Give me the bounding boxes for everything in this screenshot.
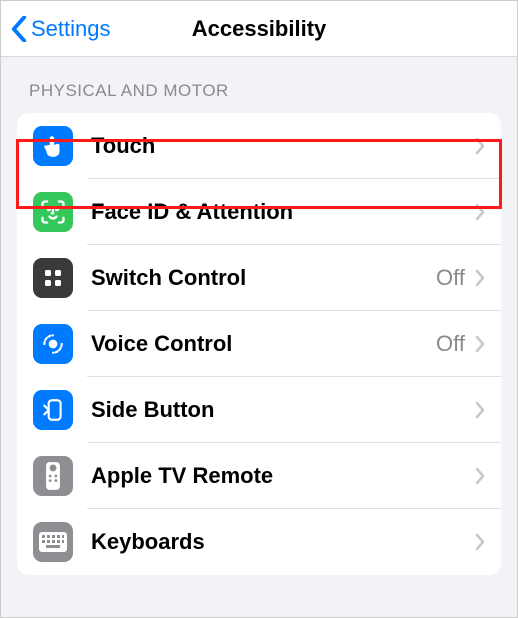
row-side-button[interactable]: Side Button [17,377,501,443]
row-switch-control[interactable]: Switch Control Off [17,245,501,311]
row-label: Keyboards [91,529,475,555]
row-label: Voice Control [91,331,436,357]
chevron-right-icon [475,336,485,352]
switch-control-icon [33,258,73,298]
chevron-left-icon [11,16,27,42]
row-label: Apple TV Remote [91,463,475,489]
row-face-id[interactable]: Face ID & Attention [17,179,501,245]
row-touch[interactable]: Touch [17,113,501,179]
back-label: Settings [31,16,111,42]
row-status: Off [436,331,465,357]
voice-control-icon [33,324,73,364]
row-label: Side Button [91,397,475,423]
nav-header: Settings Accessibility [1,1,517,57]
face-id-icon [33,192,73,232]
touch-icon [33,126,73,166]
page-title: Accessibility [192,16,327,42]
row-status: Off [436,265,465,291]
row-label: Face ID & Attention [91,199,475,225]
section-header: PHYSICAL AND MOTOR [1,81,517,113]
row-keyboards[interactable]: Keyboards [17,509,501,575]
chevron-right-icon [475,468,485,484]
chevron-right-icon [475,270,485,286]
chevron-right-icon [475,138,485,154]
back-button[interactable]: Settings [11,16,111,42]
chevron-right-icon [475,204,485,220]
keyboards-icon [33,522,73,562]
side-button-icon [33,390,73,430]
row-voice-control[interactable]: Voice Control Off [17,311,501,377]
row-label: Touch [91,133,475,159]
chevron-right-icon [475,534,485,550]
row-label: Switch Control [91,265,436,291]
apple-tv-remote-icon [33,456,73,496]
chevron-right-icon [475,402,485,418]
content-area: PHYSICAL AND MOTOR Touch Face ID & Atten… [1,57,517,617]
settings-list: Touch Face ID & Attention Switch Control… [17,113,501,575]
row-apple-tv-remote[interactable]: Apple TV Remote [17,443,501,509]
